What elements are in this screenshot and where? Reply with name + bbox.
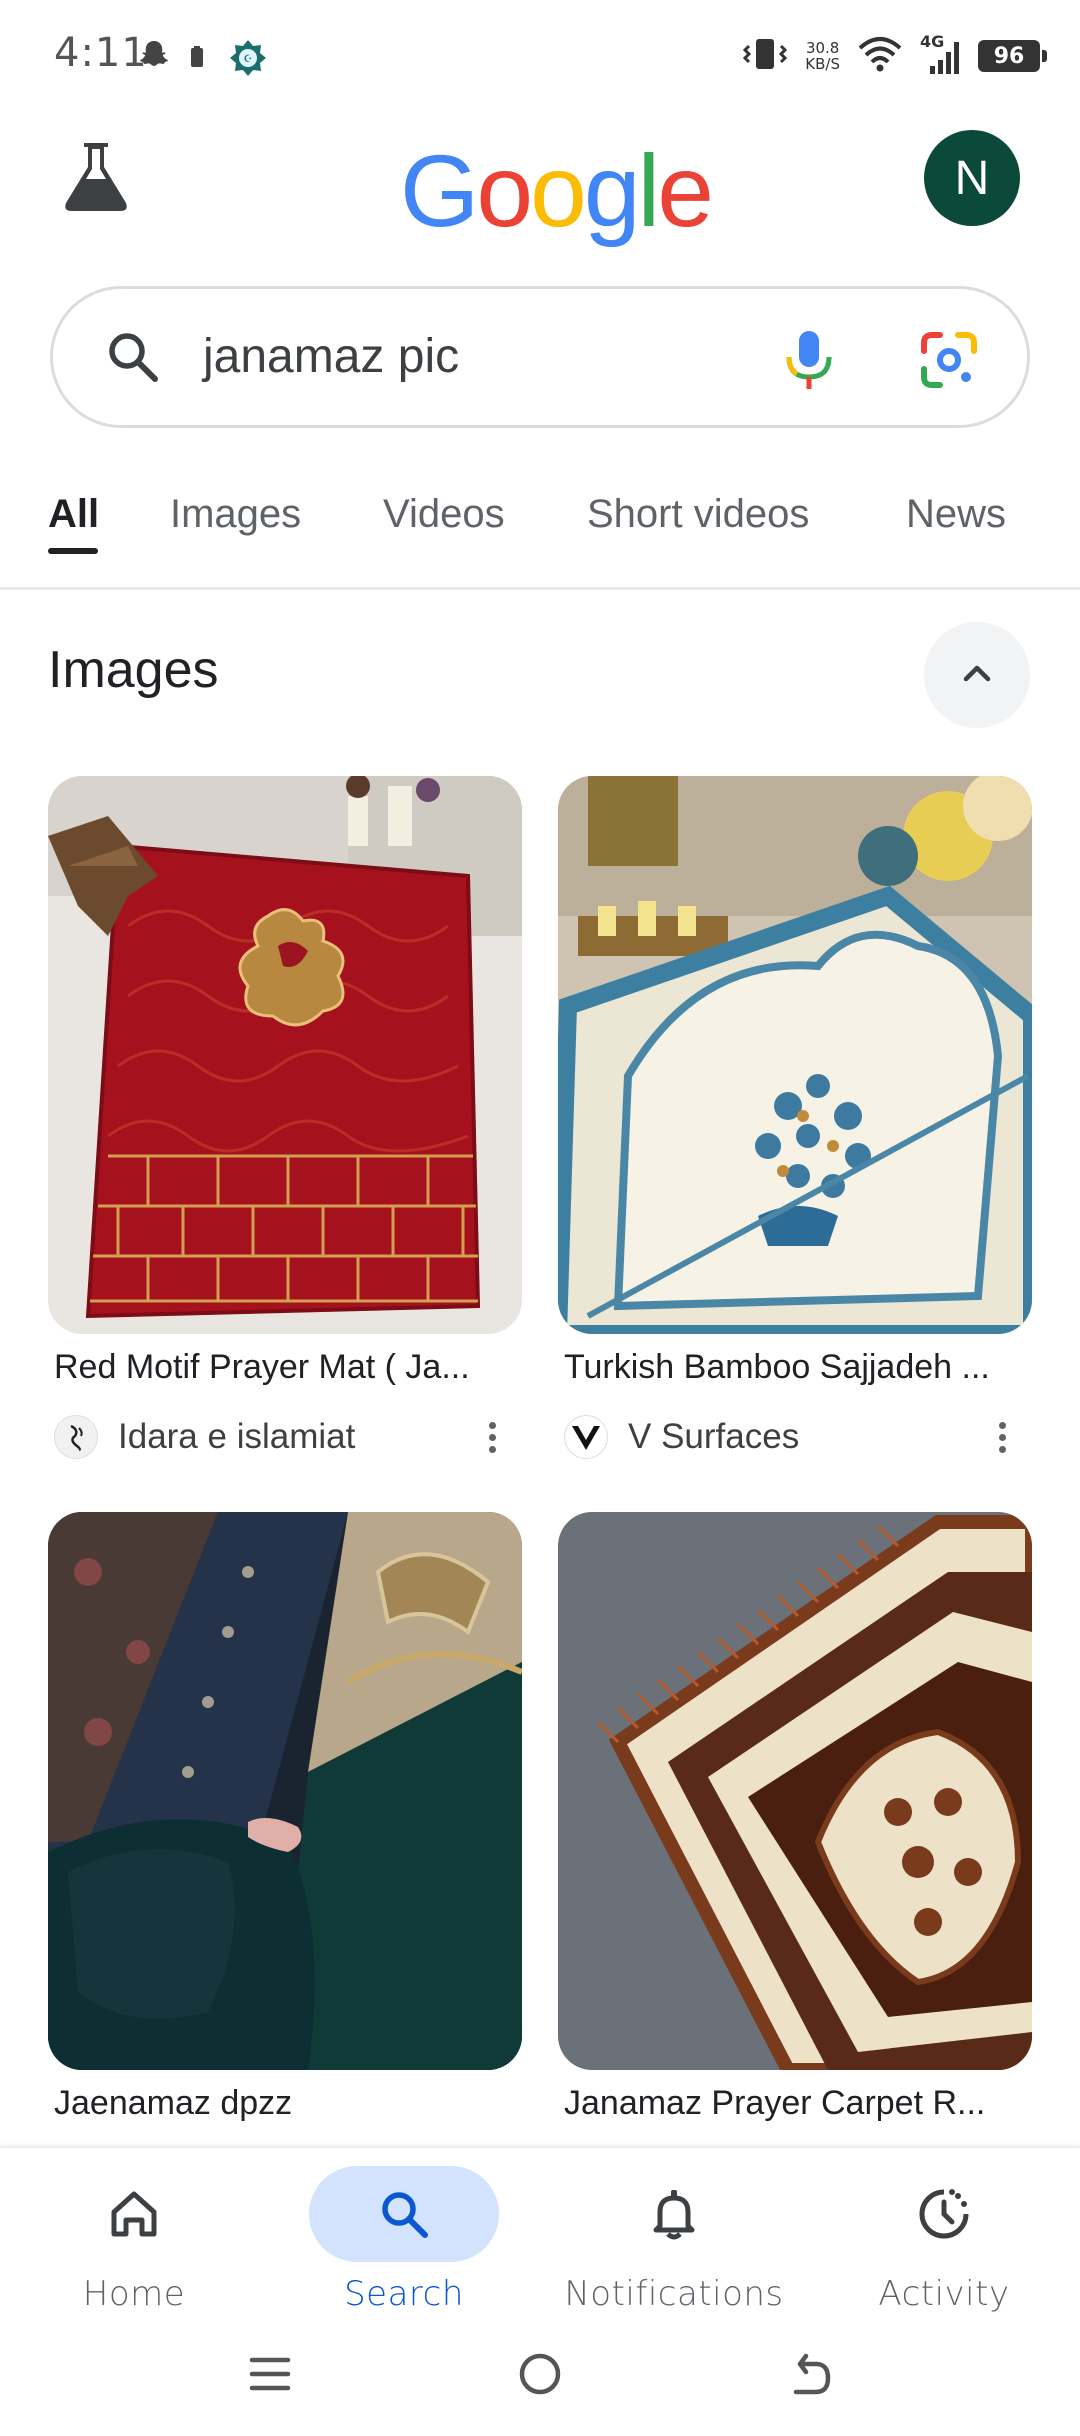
- tab-videos[interactable]: Videos: [383, 492, 505, 537]
- logo-letter: e: [657, 134, 714, 248]
- system-navigation-bar: [0, 2316, 1080, 2436]
- net-speed-unit: KB/S: [805, 55, 840, 73]
- network-speed: 30.8 KB/S: [805, 40, 840, 72]
- google-logo-text: Google: [400, 134, 714, 248]
- images-section-title: Images: [48, 641, 219, 699]
- image-result-card[interactable]: Red Motif Prayer Mat ( Ja... Idara e isl…: [48, 776, 522, 1465]
- search-box[interactable]: janamaz pic: [50, 286, 1030, 428]
- battery-indicator: 96: [978, 40, 1047, 72]
- labs-button[interactable]: [52, 135, 140, 223]
- search-query[interactable]: janamaz pic: [203, 329, 459, 384]
- active-tab-indicator: [48, 548, 98, 554]
- net-speed-value: 30.8: [805, 39, 840, 57]
- nav-label: Notifications: [564, 2274, 784, 2314]
- chevron-up-icon: [957, 653, 997, 698]
- more-options-icon[interactable]: [982, 1417, 1022, 1457]
- tab-news[interactable]: News: [906, 492, 1006, 537]
- back-arrow-icon: [786, 2350, 834, 2403]
- logo-letter: o: [476, 134, 533, 248]
- nav-label: Activity: [878, 2274, 1010, 2314]
- nav-label: Search: [344, 2274, 464, 2314]
- nav-notifications[interactable]: Notifications: [564, 2166, 784, 2316]
- svg-text:☪: ☪: [244, 54, 253, 65]
- recent-apps-button[interactable]: [240, 2346, 300, 2406]
- activity-icon: [849, 2166, 1039, 2262]
- nav-search[interactable]: Search: [294, 2166, 514, 2316]
- nav-label: Home: [82, 2274, 186, 2314]
- battery-notification-icon: [190, 46, 204, 73]
- nav-home[interactable]: Home: [24, 2166, 244, 2316]
- status-time: 4:11: [54, 30, 148, 76]
- image-thumbnail[interactable]: [558, 1512, 1032, 2070]
- tab-images[interactable]: Images: [170, 492, 301, 537]
- calligraphy-icon: [54, 1415, 98, 1459]
- image-thumbnail[interactable]: [558, 776, 1032, 1334]
- image-thumbnail[interactable]: [48, 1512, 522, 2070]
- home-system-button[interactable]: [510, 2346, 570, 2406]
- logo-letter: G: [400, 134, 479, 248]
- source-name: V Surfaces: [628, 1417, 800, 1456]
- menu-lines-icon: [248, 2352, 292, 2401]
- tab-all[interactable]: All: [48, 492, 99, 537]
- flask-icon: [56, 137, 136, 222]
- account-avatar[interactable]: N: [924, 130, 1020, 226]
- bell-icon: [579, 2166, 769, 2262]
- signal-icon: 4G: [920, 32, 960, 76]
- image-result-card[interactable]: Jaenamaz dpzz: [48, 1512, 522, 2123]
- logo-letter: o: [530, 134, 587, 248]
- more-options-icon[interactable]: [472, 1417, 512, 1457]
- voice-search-mic-icon[interactable]: [781, 329, 837, 398]
- status-bar: 4:11 ☪ 30.8 KB/S 4G 96: [0, 0, 1080, 110]
- circle-icon: [516, 2350, 564, 2403]
- snapchat-notification-icon: [136, 38, 172, 79]
- search-icon: [103, 327, 163, 392]
- image-result-card[interactable]: Janamaz Prayer Carpet R...: [558, 1512, 1032, 2123]
- tab-short-videos[interactable]: Short videos: [587, 492, 809, 537]
- image-result-source[interactable]: V Surfaces: [558, 1409, 1032, 1465]
- search-icon: [309, 2166, 499, 2262]
- app-notification-icon: ☪: [228, 38, 268, 83]
- v-logo-icon: [564, 1415, 608, 1459]
- logo-letter: l: [637, 134, 661, 248]
- collapse-images-button[interactable]: [924, 622, 1030, 728]
- back-system-button[interactable]: [780, 2346, 840, 2406]
- image-result-card[interactable]: Turkish Bamboo Sajjadeh ... V Surfaces: [558, 776, 1032, 1465]
- image-result-title[interactable]: Red Motif Prayer Mat ( Ja...: [48, 1348, 522, 1387]
- image-result-title[interactable]: Jaenamaz dpzz: [48, 2084, 522, 2123]
- source-name: Idara e islamiat: [118, 1417, 356, 1456]
- image-result-source[interactable]: Idara e islamiat: [48, 1409, 522, 1465]
- image-thumbnail[interactable]: [48, 776, 522, 1334]
- image-result-title[interactable]: Turkish Bamboo Sajjadeh ...: [558, 1348, 1032, 1387]
- nav-activity[interactable]: Activity: [834, 2166, 1054, 2316]
- search-tabs: All Images Videos Short videos News: [0, 480, 1080, 590]
- wifi-icon: [858, 36, 902, 77]
- logo-letter: g: [583, 134, 641, 248]
- network-type: 4G: [920, 32, 945, 51]
- vibrate-icon: [743, 36, 788, 77]
- google-lens-icon[interactable]: [918, 329, 980, 396]
- bottom-navigation: Home Search Notifications Activity: [0, 2146, 1080, 2316]
- home-icon: [39, 2166, 229, 2262]
- google-logo: Google: [400, 140, 714, 242]
- image-result-title[interactable]: Janamaz Prayer Carpet R...: [558, 2084, 1032, 2123]
- status-indicators: 30.8 KB/S 4G 96: [743, 32, 1047, 78]
